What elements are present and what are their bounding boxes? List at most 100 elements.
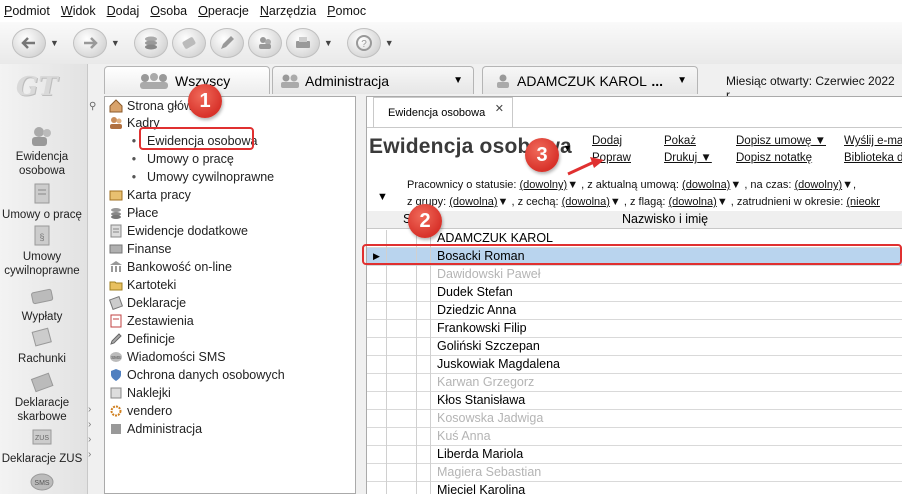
pokaz-link[interactable]: Pokaż — [664, 135, 696, 147]
menu-pomoc[interactable]: Pomoc — [327, 4, 366, 18]
tab-ewidencja-osobowa[interactable]: Ewidencja osobowa ✕ — [373, 97, 513, 127]
tree-item-zestawienia[interactable]: Zestawienia — [109, 312, 194, 330]
chevron-down-icon[interactable]: ▼ — [563, 143, 572, 153]
okres-filter[interactable]: (nieokr — [846, 196, 880, 208]
nav-rachunki[interactable]: Rachunki — [0, 326, 84, 366]
help-button[interactable]: ? — [346, 28, 381, 58]
table-row[interactable]: Mięciel Karolina — [367, 482, 902, 494]
row-indicator[interactable] — [367, 374, 387, 392]
row-indicator[interactable] — [367, 464, 387, 482]
row-indicator[interactable] — [367, 446, 387, 464]
chevron-down-icon[interactable]: ▼ — [324, 38, 333, 48]
table-row[interactable]: Kłos Stanisława — [367, 392, 902, 410]
nav-deklaracje-zus[interactable]: ZUS Deklaracje ZUS — [0, 426, 84, 466]
menu-narzedzia[interactable]: Narzędzia — [260, 4, 316, 18]
biblioteka-link[interactable]: Biblioteka do — [844, 152, 902, 164]
table-row[interactable]: Liberda Mariola — [367, 446, 902, 464]
table-row[interactable]: Kuś Anna — [367, 428, 902, 446]
umowa-filter[interactable]: (dowolna) — [682, 179, 730, 191]
tree-item-ewidencje-dodatkowe[interactable]: Ewidencje dodatkowe — [109, 222, 248, 240]
row-indicator[interactable] — [367, 320, 387, 338]
tree-item-bankowosc[interactable]: Bankowość on-line — [109, 258, 232, 276]
column-header-name[interactable]: Nazwisko i imię — [622, 212, 708, 226]
tree-item-vendero[interactable]: vendero — [109, 402, 172, 420]
more-indicator[interactable]: ... — [651, 73, 663, 89]
tree-item-finanse[interactable]: Finanse — [109, 240, 171, 258]
tree-item-administracja[interactable]: Administracja — [109, 420, 202, 438]
nav-deklaracje-skarbowe[interactable]: Deklaracje skarbowe — [0, 370, 84, 424]
nav-sms[interactable]: SMS — [0, 470, 84, 494]
back-button[interactable] — [12, 28, 46, 58]
chevron-right-icon[interactable]: › — [88, 419, 102, 430]
people-button[interactable] — [247, 28, 282, 58]
menu-operacje[interactable]: Operacje — [198, 4, 249, 18]
pin-icon[interactable]: ⚲ — [89, 101, 96, 112]
chevron-down-icon[interactable]: ▼ — [385, 38, 394, 48]
row-indicator[interactable] — [367, 302, 387, 320]
row-indicator[interactable] — [367, 392, 387, 410]
tree-item-deklaracje[interactable]: Deklaracje — [109, 294, 186, 312]
dopisz-notatke-link[interactable]: Dopisz notatkę — [736, 152, 812, 164]
table-row[interactable]: Magiera Sebastian — [367, 464, 902, 482]
table-row[interactable]: Dziedzic Anna — [367, 302, 902, 320]
cecha-filter[interactable]: (dowolna) — [562, 196, 610, 208]
nav-umowy-o-prace[interactable]: Umowy o pracę — [0, 182, 84, 222]
drukuj-link[interactable]: Drukuj ▼ — [664, 152, 712, 164]
chevron-right-icon[interactable]: › — [88, 449, 102, 460]
chevron-down-icon[interactable]: ▼ — [111, 38, 120, 48]
dodaj-link[interactable]: Dodaj — [592, 135, 622, 147]
row-indicator[interactable] — [367, 482, 387, 494]
chevron-down-icon[interactable]: ▼ — [677, 75, 687, 86]
table-row[interactable]: Goliński Szczepan — [367, 338, 902, 356]
chevron-down-icon[interactable]: ▼ — [453, 75, 463, 86]
filter-toggle-icon[interactable]: ▼ — [377, 191, 388, 203]
tab-administracja[interactable]: Administracja ▼ — [272, 66, 474, 94]
tree-item-umowy-cywilnoprawne[interactable]: • Umowy cywilnoprawne — [129, 168, 274, 186]
grupa-filter[interactable]: (dowolna) — [449, 196, 497, 208]
chevron-right-icon[interactable]: › — [88, 434, 102, 445]
tree-item-kartoteki[interactable]: Kartoteki — [109, 276, 176, 294]
wyslij-email-link[interactable]: Wyślij e-mail — [844, 135, 902, 147]
table-row[interactable]: Karwan Grzegorz — [367, 374, 902, 392]
table-row[interactable]: Dudek Stefan — [367, 284, 902, 302]
row-indicator[interactable] — [367, 410, 387, 428]
tree-item-place[interactable]: Płace — [109, 204, 158, 222]
close-icon[interactable]: ✕ — [495, 102, 504, 115]
nav-umowy-cywilnoprawne[interactable]: § Umowy cywilnoprawne — [0, 224, 84, 278]
row-indicator[interactable] — [367, 338, 387, 356]
row-indicator[interactable] — [367, 356, 387, 374]
tree-item-ochrona-danych[interactable]: Ochrona danych osobowych — [109, 366, 285, 384]
menu-dodaj[interactable]: Dodaj — [107, 4, 140, 18]
tab-wszyscy[interactable]: Wszyscy — [104, 66, 270, 94]
menu-osoba[interactable]: Osoba — [150, 4, 187, 18]
nav-wyplaty[interactable]: Wypłaty — [0, 284, 84, 324]
menu-podmiot[interactable]: Podmiot — [4, 4, 50, 18]
nav-ewidencja-osobowa[interactable]: Ewidencja osobowa — [0, 124, 84, 178]
eraser-button[interactable] — [171, 28, 206, 58]
table-row[interactable]: Dawidowski Paweł — [367, 266, 902, 284]
tree-item-karta-pracy[interactable]: Karta pracy — [109, 186, 191, 204]
dopisz-umowe-link[interactable]: Dopisz umowę ▼ — [736, 135, 826, 147]
chevron-right-icon[interactable]: › — [88, 404, 102, 415]
coins-button[interactable] — [133, 28, 168, 58]
row-indicator[interactable] — [367, 284, 387, 302]
nav-scroll-arrows[interactable]: › › › › — [88, 400, 102, 494]
menu-widok[interactable]: Widok — [61, 4, 96, 18]
row-indicator[interactable] — [367, 266, 387, 284]
status-filter[interactable]: (dowolny) — [520, 179, 568, 191]
chevron-down-icon[interactable]: ▼ — [50, 38, 59, 48]
table-row[interactable]: Kosowska Jadwiga — [367, 410, 902, 428]
row-indicator[interactable] — [367, 428, 387, 446]
edit-button[interactable] — [209, 28, 244, 58]
czas-filter[interactable]: (dowolny) — [794, 179, 842, 191]
tree-item-naklejki[interactable]: Naklejki — [109, 384, 171, 402]
forward-button[interactable] — [72, 28, 107, 58]
table-row[interactable]: Juskowiak Magdalena — [367, 356, 902, 374]
tree-item-definicje[interactable]: Definicje — [109, 330, 175, 348]
tree-item-umowy-o-prace[interactable]: • Umowy o pracę — [129, 150, 234, 168]
table-row[interactable]: Frankowski Filip — [367, 320, 902, 338]
tab-person[interactable]: ADAMCZUK KAROL ... ▼ — [482, 66, 698, 94]
tree-item-wiadomosci-sms[interactable]: SMS Wiadomości SMS — [109, 348, 226, 366]
flaga-filter[interactable]: (dowolna) — [669, 196, 717, 208]
print-button[interactable] — [285, 28, 320, 58]
